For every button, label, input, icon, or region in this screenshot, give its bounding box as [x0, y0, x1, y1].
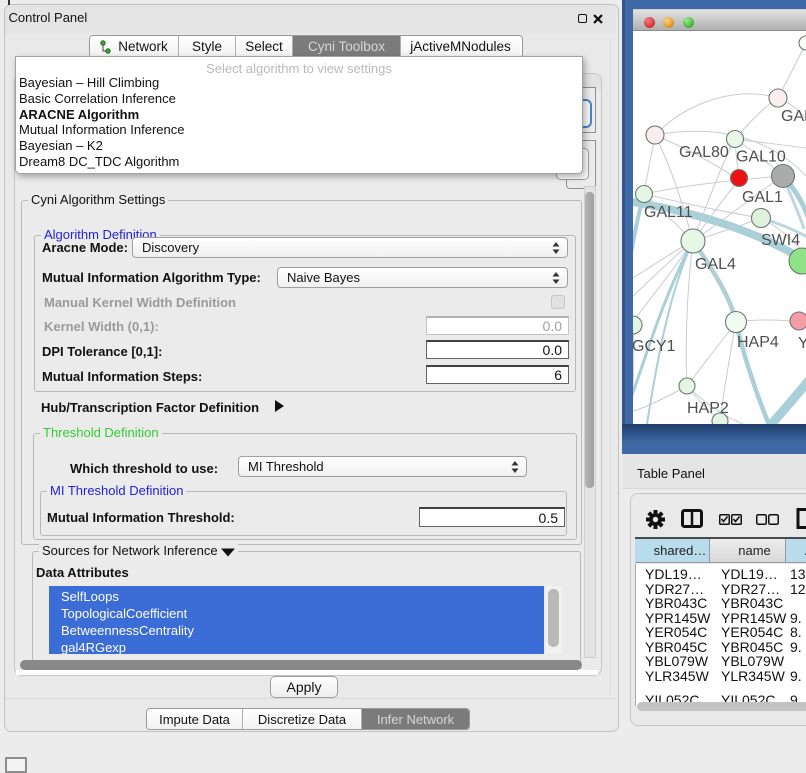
- svg-text:HAP2: HAP2: [687, 400, 729, 417]
- svg-text:GAL11: GAL11: [644, 204, 693, 221]
- svg-text:GAL10: GAL10: [736, 149, 786, 166]
- svg-text:GAL80: GAL80: [679, 144, 729, 161]
- svg-text:HAP4: HAP4: [737, 334, 779, 351]
- svg-text:GAL1: GAL1: [742, 189, 783, 206]
- svg-text:GAL: GAL: [781, 108, 806, 125]
- svg-text:SWI4: SWI4: [761, 232, 800, 249]
- svg-text:GCY1: GCY1: [633, 338, 676, 355]
- svg-text:Y: Y: [798, 335, 806, 352]
- svg-text:GAL4: GAL4: [695, 256, 736, 273]
